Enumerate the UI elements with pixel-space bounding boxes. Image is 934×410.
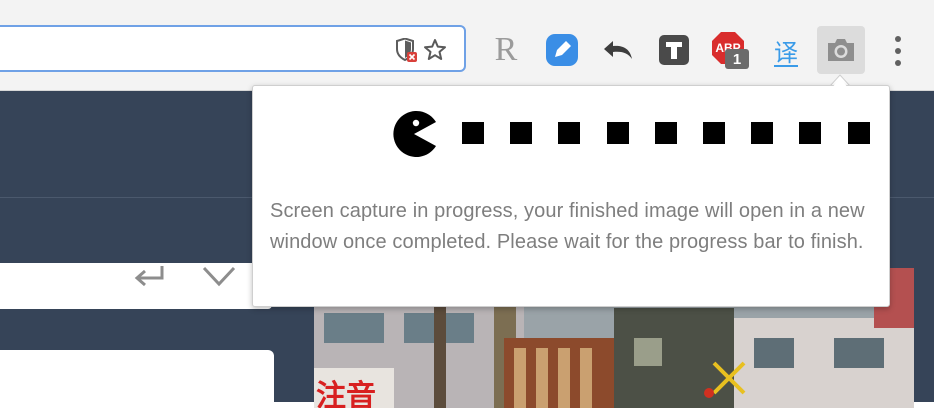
screenshot-extension-icon[interactable] (817, 26, 865, 74)
text-extension-icon[interactable] (654, 30, 694, 70)
reply-icon[interactable] (132, 262, 166, 290)
progress-dot (510, 122, 533, 144)
menu-dot-icon (895, 60, 901, 66)
menu-dot-icon (895, 36, 901, 42)
menu-dot-icon (895, 48, 901, 54)
security-shield-icon[interactable] (394, 37, 418, 62)
adblock-extension-icon[interactable]: ABP 1 (710, 30, 750, 70)
progress-dot (606, 122, 629, 144)
adblock-count-badge: 1 (725, 49, 749, 69)
undo-extension-icon[interactable] (598, 30, 638, 70)
pacman-progress-icon (390, 110, 438, 158)
progress-dot (654, 122, 677, 144)
browser-toolbar: R ABP 1 译 (0, 0, 934, 91)
edit-extension-icon[interactable] (542, 30, 582, 70)
progress-dot (462, 122, 484, 144)
bookmark-star-icon[interactable] (423, 38, 447, 62)
svg-text:注音: 注音 (316, 379, 376, 408)
progress-dot (799, 122, 822, 144)
progress-dot (703, 122, 725, 144)
like-icon[interactable] (202, 262, 236, 290)
progress-dot (751, 122, 774, 144)
translate-extension-icon[interactable]: 译 (766, 30, 806, 70)
address-bar[interactable] (0, 25, 466, 72)
browser-menu-button[interactable] (888, 34, 908, 68)
content-card (0, 350, 274, 410)
popup-pointer-fill (831, 78, 849, 88)
progress-dot (847, 122, 870, 144)
reader-extension-icon[interactable]: R (486, 30, 526, 70)
capture-progress-message: Screen capture in progress, your finishe… (270, 200, 865, 253)
progress-dot (558, 122, 581, 144)
